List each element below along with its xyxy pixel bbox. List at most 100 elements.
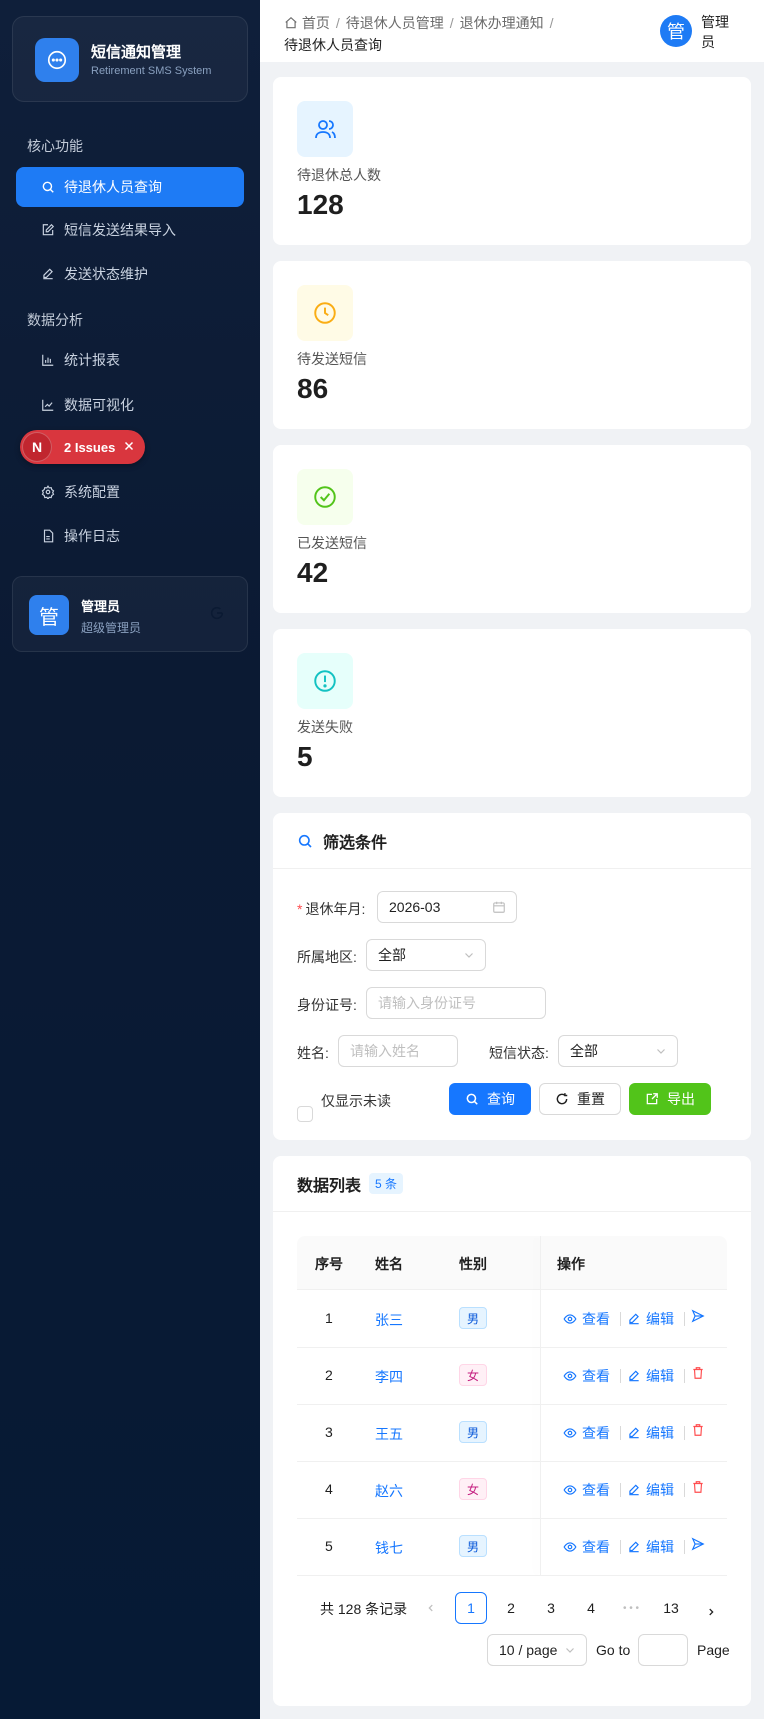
sidebar-item-operation-log[interactable]: 操作日志 bbox=[16, 516, 244, 556]
row-name-link[interactable]: 王五 bbox=[375, 1424, 403, 1444]
stat-value: 128 bbox=[297, 189, 344, 220]
edit-icon bbox=[40, 266, 56, 282]
eye-icon bbox=[563, 1426, 577, 1440]
goto-label: Go to bbox=[596, 1642, 631, 1658]
table-row: 1 张三 男 查看 编辑 bbox=[297, 1291, 727, 1348]
edit-icon bbox=[627, 1312, 641, 1326]
name-input[interactable]: 请输入姓名 bbox=[338, 1035, 458, 1067]
prev-page-button[interactable] bbox=[415, 1592, 447, 1624]
export-icon bbox=[645, 1092, 659, 1106]
goto-page-input[interactable] bbox=[638, 1634, 688, 1666]
sidebar-item-stats-report[interactable]: 统计报表 bbox=[16, 340, 244, 380]
calendar-icon bbox=[492, 900, 506, 917]
edit-button[interactable]: 编辑 bbox=[627, 1480, 674, 1500]
id-number-input[interactable]: 请输入身份证号 bbox=[366, 987, 546, 1019]
trash-icon bbox=[691, 1423, 705, 1437]
unread-only-label: 仅显示未读 bbox=[321, 1093, 391, 1109]
sms-status-label: 短信状态: bbox=[489, 1045, 549, 1061]
breadcrumb-retire-notice[interactable]: 退休办理通知 bbox=[460, 15, 544, 31]
nav-group-analysis: 数据分析 bbox=[27, 312, 83, 328]
brand-card[interactable]: 短信通知管理 Retirement SMS System bbox=[12, 16, 248, 102]
query-button[interactable]: 查询 bbox=[449, 1083, 531, 1115]
reset-button[interactable]: 重置 bbox=[539, 1083, 621, 1115]
gender-tag: 女 bbox=[459, 1364, 487, 1386]
breadcrumb-retiree-manage[interactable]: 待退休人员管理 bbox=[346, 15, 444, 31]
pagination-total: 共 128 条记录 bbox=[320, 1601, 408, 1617]
user-card[interactable]: 管 管理员 超级管理员 bbox=[12, 576, 248, 652]
view-button[interactable]: 查看 bbox=[563, 1480, 610, 1500]
unread-only-checkbox[interactable] bbox=[297, 1106, 313, 1122]
eye-icon bbox=[563, 1483, 577, 1497]
edit-button[interactable]: 编辑 bbox=[627, 1309, 674, 1329]
page-ellipsis[interactable]: • • • bbox=[615, 1592, 647, 1624]
delete-button[interactable] bbox=[691, 1366, 710, 1380]
next-page-button[interactable] bbox=[695, 1596, 727, 1628]
breadcrumb-home[interactable]: 首页 bbox=[302, 15, 330, 31]
sidebar: 短信通知管理 Retirement SMS System 核心功能 待退休人员查… bbox=[0, 0, 260, 1719]
row-name-link[interactable]: 张三 bbox=[375, 1310, 403, 1330]
line-chart-icon bbox=[40, 397, 56, 413]
close-icon[interactable] bbox=[123, 440, 135, 455]
edit-icon bbox=[627, 1540, 641, 1554]
view-button[interactable]: 查看 bbox=[563, 1309, 610, 1329]
stat-card-sent: 已发送短信 42 bbox=[273, 445, 751, 613]
header-user-name[interactable]: 管理员 bbox=[701, 12, 741, 52]
filter-title: 筛选条件 bbox=[323, 834, 388, 852]
table-row: 5 钱七 男 查看 编辑 bbox=[297, 1519, 727, 1576]
page-4[interactable]: 4 bbox=[575, 1592, 607, 1624]
send-button[interactable] bbox=[691, 1309, 710, 1323]
user-name: 管理员 bbox=[81, 599, 121, 614]
gender-tag: 男 bbox=[459, 1421, 487, 1443]
logout-icon[interactable] bbox=[209, 605, 225, 626]
edit-button[interactable]: 编辑 bbox=[627, 1423, 674, 1443]
page-label: Page bbox=[697, 1642, 730, 1658]
delete-button[interactable] bbox=[691, 1480, 710, 1494]
column-header-no: 序号 bbox=[315, 1256, 343, 1272]
send-button[interactable] bbox=[691, 1537, 710, 1551]
edit-button[interactable]: 编辑 bbox=[627, 1366, 674, 1386]
sidebar-item-system-config[interactable]: 系统配置 bbox=[16, 472, 244, 512]
view-button[interactable]: 查看 bbox=[563, 1423, 610, 1443]
delete-button[interactable] bbox=[691, 1423, 710, 1437]
chevron-down-icon bbox=[564, 1643, 576, 1659]
retire-month-picker[interactable]: 2026-03 bbox=[377, 891, 517, 923]
gender-tag: 男 bbox=[459, 1307, 487, 1329]
app-title: 短信通知管理 bbox=[91, 44, 182, 61]
page-size-select[interactable]: 10 / page bbox=[487, 1634, 587, 1666]
data-table: 序号 姓名 性别 操作 1 张三 男 查看 编辑 2 李四 女 查看 编辑 3 … bbox=[297, 1236, 727, 1576]
export-button[interactable]: 导出 bbox=[629, 1083, 711, 1115]
row-name-link[interactable]: 钱七 bbox=[375, 1538, 403, 1558]
divider bbox=[620, 1426, 621, 1440]
divider bbox=[620, 1312, 621, 1326]
divider bbox=[620, 1369, 621, 1383]
row-name-link[interactable]: 李四 bbox=[375, 1367, 403, 1387]
sms-status-select[interactable]: 全部 bbox=[558, 1035, 678, 1067]
page-3[interactable]: 3 bbox=[535, 1592, 567, 1624]
view-button[interactable]: 查看 bbox=[563, 1366, 610, 1386]
edit-icon bbox=[627, 1426, 641, 1440]
nav-group-core: 核心功能 bbox=[27, 138, 83, 154]
column-header-name: 姓名 bbox=[375, 1256, 403, 1272]
page-2[interactable]: 2 bbox=[495, 1592, 527, 1624]
filter-header: 筛选条件 bbox=[273, 813, 751, 869]
retire-month-label: * 退休年月: bbox=[297, 901, 366, 917]
row-name-link[interactable]: 赵六 bbox=[375, 1481, 403, 1501]
issues-badge[interactable]: N 2 Issues bbox=[20, 430, 145, 464]
sidebar-item-data-visual[interactable]: 数据可视化 bbox=[16, 385, 244, 425]
page-13[interactable]: 13 bbox=[655, 1592, 687, 1624]
edit-button[interactable]: 编辑 bbox=[627, 1537, 674, 1557]
sidebar-item-sms-import[interactable]: 短信发送结果导入 bbox=[16, 210, 244, 250]
search-icon bbox=[465, 1092, 479, 1106]
page-1[interactable]: 1 bbox=[455, 1592, 487, 1624]
issues-label: 2 Issues bbox=[64, 439, 116, 455]
data-list-title: 数据列表 bbox=[297, 1177, 362, 1195]
sidebar-item-retiree-query[interactable]: 待退休人员查询 bbox=[16, 167, 244, 207]
sidebar-item-label: 统计报表 bbox=[64, 352, 120, 368]
avatar[interactable]: 管 bbox=[660, 15, 692, 47]
view-button[interactable]: 查看 bbox=[563, 1537, 610, 1557]
sidebar-item-status-maintain[interactable]: 发送状态维护 bbox=[16, 254, 244, 294]
stat-label: 待发送短信 bbox=[297, 351, 367, 367]
data-list-card: 数据列表 5 条 序号 姓名 性别 操作 1 张三 男 查看 编辑 2 李四 女… bbox=[273, 1156, 751, 1706]
stat-value: 86 bbox=[297, 373, 329, 404]
region-select[interactable]: 全部 bbox=[366, 939, 486, 971]
